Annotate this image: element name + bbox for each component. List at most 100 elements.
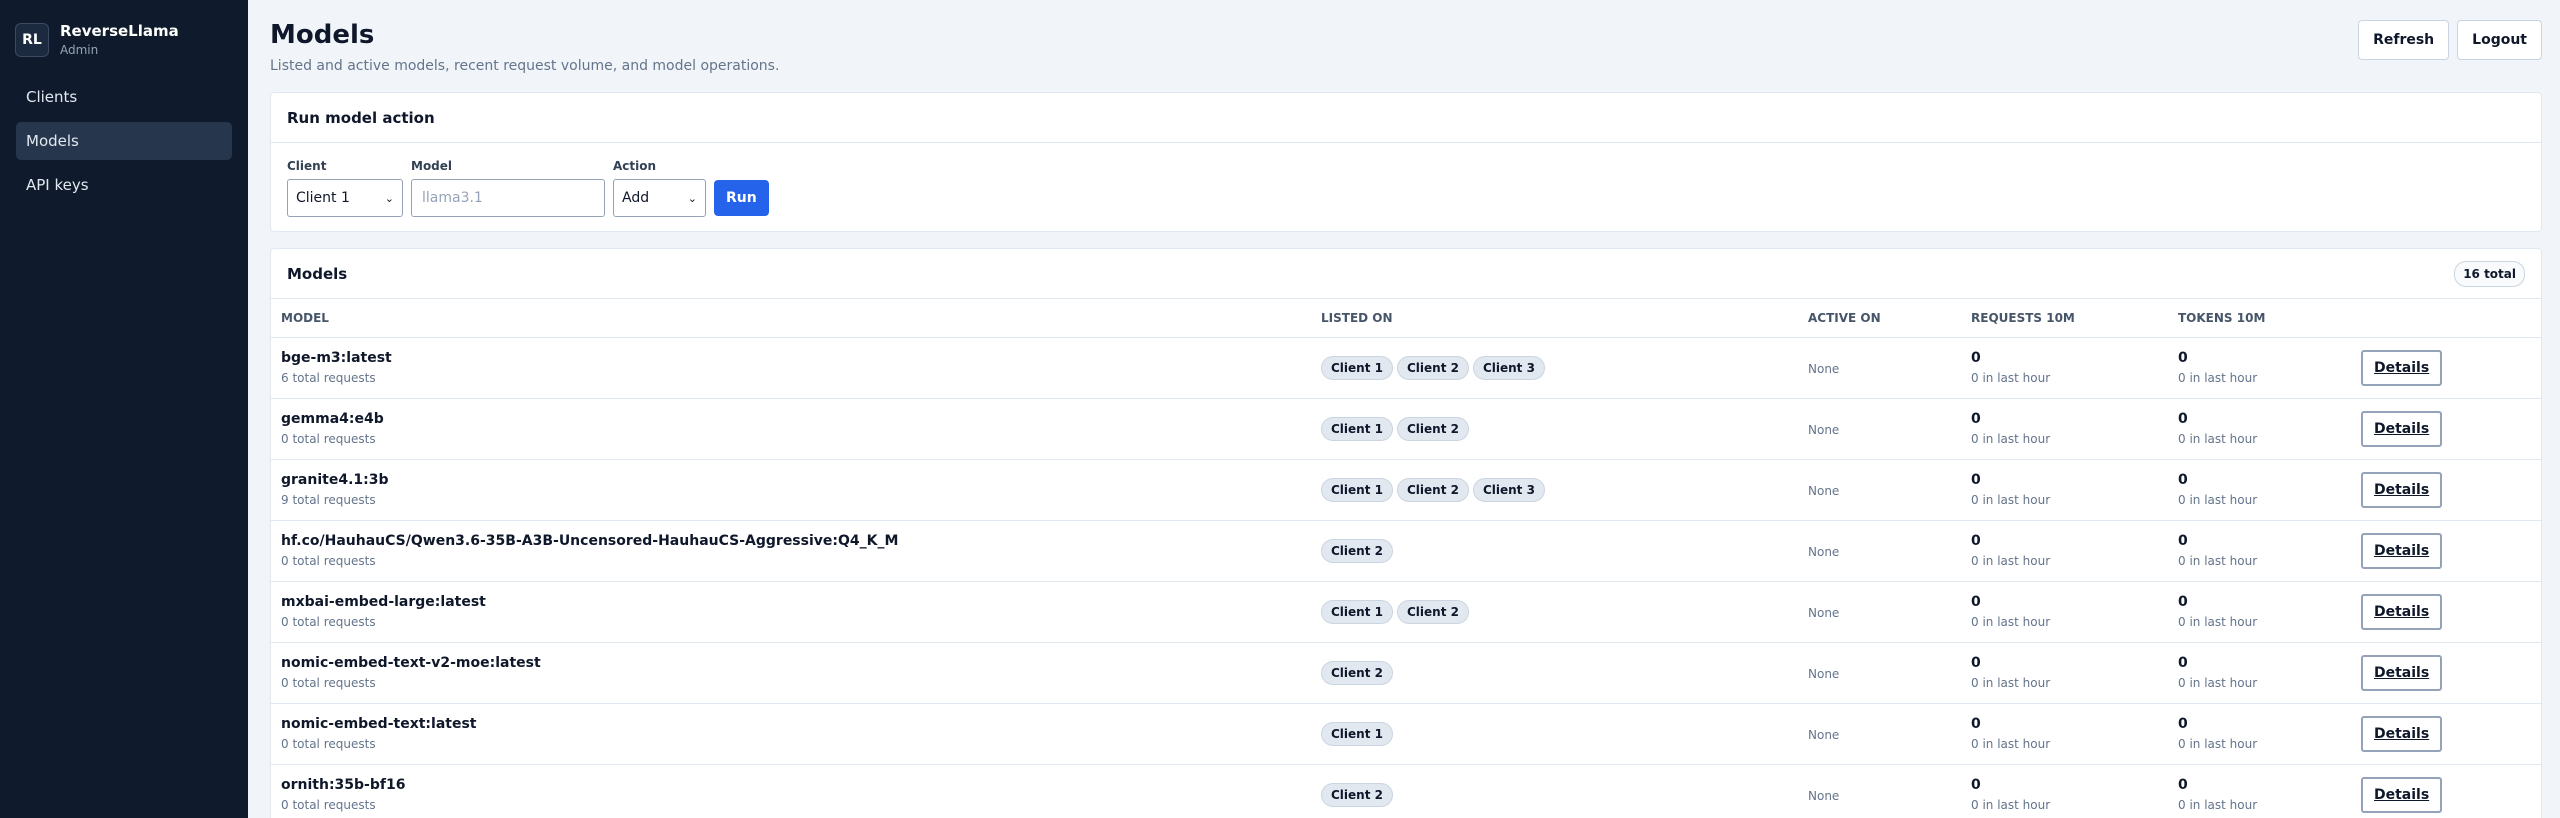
requests-last-hour: 0 in last hour	[1971, 432, 2051, 446]
tokens-last-hour: 0 in last hour	[2178, 371, 2258, 385]
model-name: nomic-embed-text:latest	[281, 716, 477, 732]
model-name: ornith:35b-bf16	[281, 777, 406, 793]
tokens-cell: 0 0 in last hour	[2168, 764, 2351, 818]
model-input[interactable]	[411, 179, 605, 217]
model-cell: ornith:35b-bf16 0 total requests	[271, 764, 1311, 818]
requests-cell: 0 0 in last hour	[1961, 459, 2168, 521]
requests-last-hour: 0 in last hour	[1971, 737, 2051, 751]
model-name: nomic-embed-text-v2-moe:latest	[281, 655, 541, 671]
tokens-value: 0	[2178, 655, 2188, 671]
model-cell: bge-m3:latest 6 total requests	[271, 337, 1311, 399]
sidebar-item-api-keys[interactable]: API keys	[16, 166, 232, 204]
tokens-value: 0	[2178, 350, 2188, 366]
tokens-last-hour: 0 in last hour	[2178, 554, 2258, 568]
model-name: granite4.1:3b	[281, 472, 389, 488]
sidebar: RL ReverseLlama Admin Clients Models API…	[0, 0, 248, 818]
table-row: mxbai-embed-large:latest 0 total requests…	[271, 581, 2541, 643]
tokens-last-hour: 0 in last hour	[2178, 432, 2258, 446]
table-row: bge-m3:latest 6 total requests Client 1 Cli…	[271, 337, 2541, 399]
client-select[interactable]: Client 1 ⌄	[287, 179, 403, 217]
client-chip: Client 2	[1321, 782, 1393, 807]
model-cell: nomic-embed-text-v2-moe:latest 0 total re…	[271, 642, 1311, 704]
tokens-last-hour: 0 in last hour	[2178, 737, 2258, 751]
column-header-requests[interactable]: Requests 10m	[1961, 299, 2168, 338]
details-button[interactable]: Details	[2361, 776, 2443, 813]
model-name: gemma4:e4b	[281, 411, 384, 427]
tokens-last-hour: 0 in last hour	[2178, 676, 2258, 690]
model-cell: hf.co/HauhauCS/Qwen3.6-35B-A3B-Uncensore…	[271, 520, 1311, 582]
active-on-value: None	[1808, 362, 1840, 376]
tokens-cell: 0 0 in last hour	[2168, 398, 2351, 460]
tokens-value: 0	[2178, 411, 2188, 427]
column-header-listed-on[interactable]: Listed on	[1311, 299, 1798, 338]
action-select-value: Add	[622, 190, 650, 206]
models-table-card: Models 16 total Model Listed on Active o…	[270, 248, 2542, 818]
details-button[interactable]: Details	[2361, 593, 2443, 630]
details-button[interactable]: Details	[2361, 410, 2443, 447]
tokens-cell: 0 0 in last hour	[2168, 520, 2351, 582]
requests-cell: 0 0 in last hour	[1961, 703, 2168, 765]
details-button[interactable]: Details	[2361, 349, 2443, 386]
listed-on-cell: Client 1	[1311, 703, 1798, 765]
column-header-active-on[interactable]: Active on	[1798, 299, 1961, 338]
details-button[interactable]: Details	[2361, 654, 2443, 691]
requests-cell: 0 0 in last hour	[1961, 581, 2168, 643]
active-on-cell: None	[1798, 398, 1961, 460]
model-cell: nomic-embed-text:latest 0 total requests	[271, 703, 1311, 765]
active-on-value: None	[1808, 484, 1840, 498]
actions-cell: Details	[2351, 581, 2541, 643]
tokens-cell: 0 0 in last hour	[2168, 459, 2351, 521]
requests-cell: 0 0 in last hour	[1961, 642, 2168, 704]
tokens-value: 0	[2178, 472, 2188, 488]
tokens-last-hour: 0 in last hour	[2178, 493, 2258, 507]
model-total-requests: 0 total requests	[281, 554, 376, 568]
details-button[interactable]: Details	[2361, 715, 2443, 752]
client-select-value: Client 1	[296, 190, 350, 206]
column-header-tokens[interactable]: Tokens 10m	[2168, 299, 2351, 338]
requests-last-hour: 0 in last hour	[1971, 676, 2051, 690]
model-total-requests: 6 total requests	[281, 371, 376, 385]
logout-button[interactable]: Logout	[2457, 20, 2542, 60]
client-chip: Client 1	[1321, 721, 1393, 746]
models-table: Model Listed on Active on Requests 10m T…	[271, 299, 2541, 818]
client-chip: Client 1	[1321, 599, 1393, 624]
run-model-action-title: Run model action	[287, 108, 435, 127]
actions-cell: Details	[2351, 642, 2541, 704]
details-button[interactable]: Details	[2361, 471, 2443, 508]
tokens-cell: 0 0 in last hour	[2168, 337, 2351, 399]
client-chip: Client 1	[1321, 416, 1393, 441]
refresh-button[interactable]: Refresh	[2358, 20, 2450, 60]
requests-last-hour: 0 in last hour	[1971, 554, 2051, 568]
listed-on-cell: Client 2	[1311, 642, 1798, 704]
sidebar-item-models[interactable]: Models	[16, 122, 232, 160]
action-select[interactable]: Add ⌄	[613, 179, 706, 217]
run-button[interactable]: Run	[714, 180, 769, 216]
model-cell: mxbai-embed-large:latest 0 total requests	[271, 581, 1311, 643]
active-on-cell: None	[1798, 581, 1961, 643]
table-row: granite4.1:3b 9 total requests Client 1 Cli…	[271, 459, 2541, 521]
actions-cell: Details	[2351, 398, 2541, 460]
requests-value: 0	[1971, 472, 1981, 488]
client-chip: Client 2	[1396, 477, 1469, 502]
client-chip: Client 2	[1321, 538, 1393, 563]
active-on-cell: None	[1798, 520, 1961, 582]
table-header-row: Model Listed on Active on Requests 10m T…	[271, 299, 2541, 338]
requests-value: 0	[1971, 350, 1981, 366]
listed-on-cell: Client 1 Client 2	[1311, 398, 1798, 460]
model-name: bge-m3:latest	[281, 350, 392, 366]
column-header-model[interactable]: Model	[271, 299, 1311, 338]
details-button[interactable]: Details	[2361, 532, 2443, 569]
tokens-last-hour: 0 in last hour	[2178, 798, 2258, 812]
sidebar-item-clients[interactable]: Clients	[16, 78, 232, 116]
table-row: nomic-embed-text-v2-moe:latest 0 total re…	[271, 642, 2541, 704]
tokens-value: 0	[2178, 533, 2188, 549]
models-table-body: bge-m3:latest 6 total requests Client 1 Cli…	[271, 337, 2541, 818]
total-count-badge: 16 total	[2454, 260, 2525, 287]
requests-last-hour: 0 in last hour	[1971, 371, 2051, 385]
requests-value: 0	[1971, 594, 1981, 610]
requests-value: 0	[1971, 411, 1981, 427]
client-chip: Client 2	[1321, 660, 1393, 685]
client-chip: Client 3	[1472, 355, 1545, 380]
chevron-down-icon: ⌄	[687, 191, 697, 205]
action-form: Client Client 1 ⌄ Model Action Add ⌄ Run	[287, 159, 769, 217]
